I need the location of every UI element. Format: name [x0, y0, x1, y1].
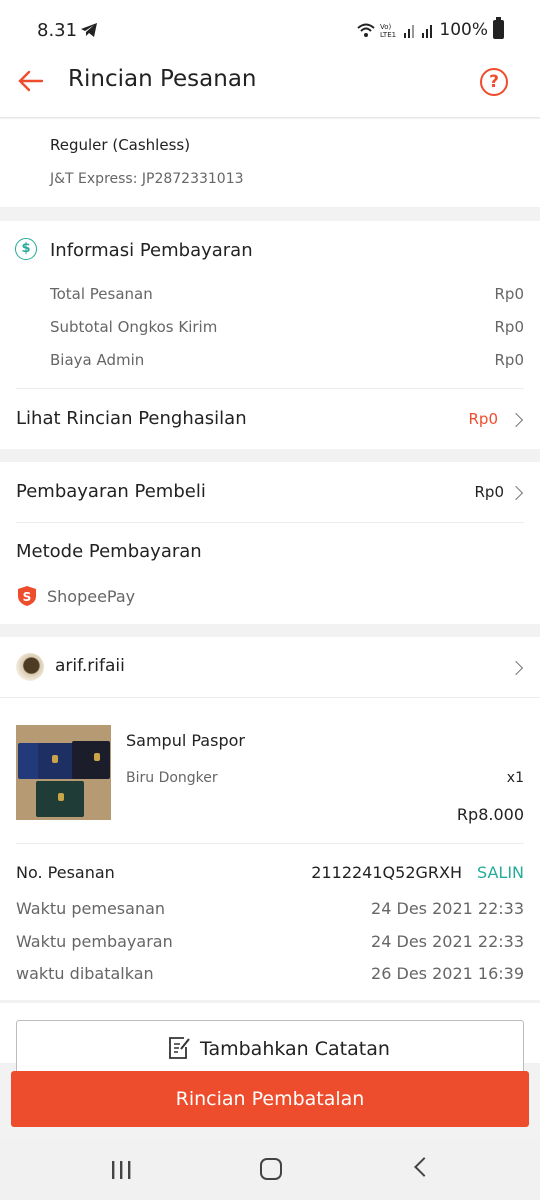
app-bar: Rincian Pesanan ?	[0, 60, 540, 118]
status-bar: 8.31 Vo) LTE1 100%	[0, 0, 540, 60]
page-title: Rincian Pesanan	[68, 66, 257, 92]
product-name: Sampul Paspor	[126, 731, 245, 750]
cancellation-details-button[interactable]: Rincian Pembatalan	[11, 1071, 529, 1127]
note-edit-icon	[169, 1037, 190, 1059]
order-number: 2112241Q52GRXH	[311, 863, 462, 882]
payment-time-label: Waktu pembayaran	[16, 932, 173, 951]
income-details-value: Rp0	[468, 410, 499, 428]
total-pesanan-label: Total Pesanan	[50, 285, 153, 303]
order-time-label: Waktu pemesanan	[16, 899, 166, 918]
status-time: 8.31	[37, 20, 78, 41]
divider	[16, 843, 524, 844]
copy-button[interactable]: SALIN	[477, 863, 524, 882]
shipping-service: Reguler (Cashless)	[50, 136, 191, 154]
ongkir-value: Rp0	[494, 318, 525, 336]
add-note-label: Tambahkan Catatan	[200, 1038, 390, 1060]
chevron-right-icon	[508, 485, 524, 501]
buyer-username: arif.rifaii	[55, 656, 125, 676]
shipping-card: Reguler (Cashless) J&T Express: JP287233…	[0, 119, 540, 207]
help-icon[interactable]: ?	[480, 68, 508, 96]
order-card: arif.rifaii Sampul Paspor Biru Dongker x…	[0, 637, 540, 1000]
admin-fee-label: Biaya Admin	[50, 351, 145, 369]
chevron-right-icon	[508, 412, 524, 428]
home-icon[interactable]	[260, 1158, 282, 1180]
buyer-payment-label: Pembayaran Pembeli	[16, 481, 206, 502]
cancel-time-value: 26 Des 2021 16:39	[371, 964, 524, 983]
payment-time-value: 24 Des 2021 22:33	[371, 932, 524, 951]
avatar	[16, 653, 44, 681]
back-arrow-icon[interactable]	[16, 66, 46, 96]
payment-method-title: Metode Pembayaran	[16, 541, 202, 562]
telegram-icon	[81, 23, 97, 37]
system-nav-bar	[0, 1138, 540, 1200]
battery-icon	[493, 17, 504, 39]
admin-fee-value: Rp0	[494, 351, 525, 369]
shopeepay-icon: S	[18, 586, 36, 606]
divider	[16, 522, 524, 523]
payment-info-card: $ Informasi Pembayaran Total Pesanan Rp0…	[0, 221, 540, 449]
product-quantity: x1	[506, 770, 524, 786]
divider	[0, 697, 540, 698]
total-pesanan-value: Rp0	[494, 285, 525, 303]
chevron-right-icon	[508, 660, 524, 676]
tracking-number: J&T Express: JP2872331013	[50, 171, 244, 187]
product-image[interactable]	[16, 725, 111, 820]
dollar-icon: $	[15, 238, 37, 260]
svg-text:Vo): Vo)	[380, 23, 392, 31]
buyer-payment-value: Rp0	[474, 483, 505, 501]
order-time-value: 24 Des 2021 22:33	[371, 899, 524, 918]
note-section: Tambahkan Catatan	[0, 1003, 540, 1080]
buyer-payment-card: Pembayaran Pembeli Rp0 Metode Pembayaran…	[0, 462, 540, 624]
order-number-label: No. Pesanan	[16, 863, 115, 882]
product-variant: Biru Dongker	[126, 770, 218, 786]
payment-info-title: Informasi Pembayaran	[50, 240, 253, 261]
network-icons: Vo) LTE1	[357, 23, 432, 39]
buyer-payment-row[interactable]: Pembayaran Pembeli Rp0	[0, 462, 540, 522]
income-details-label: Lihat Rincian Penghasilan	[16, 408, 247, 429]
cancel-time-label: waktu dibatalkan	[16, 964, 154, 983]
payment-method-value: ShopeePay	[47, 587, 136, 606]
svg-text:LTE1: LTE1	[380, 31, 396, 39]
recent-apps-icon[interactable]	[110, 1160, 132, 1180]
income-details-row[interactable]: Lihat Rincian Penghasilan Rp0	[0, 389, 540, 449]
ongkir-label: Subtotal Ongkos Kirim	[50, 318, 218, 336]
svg-text:S: S	[23, 590, 32, 604]
product-price: Rp8.000	[456, 805, 524, 824]
back-nav-icon[interactable]	[414, 1157, 434, 1177]
battery-percent: 100%	[439, 20, 488, 40]
buyer-row[interactable]: arif.rifaii	[0, 637, 540, 697]
